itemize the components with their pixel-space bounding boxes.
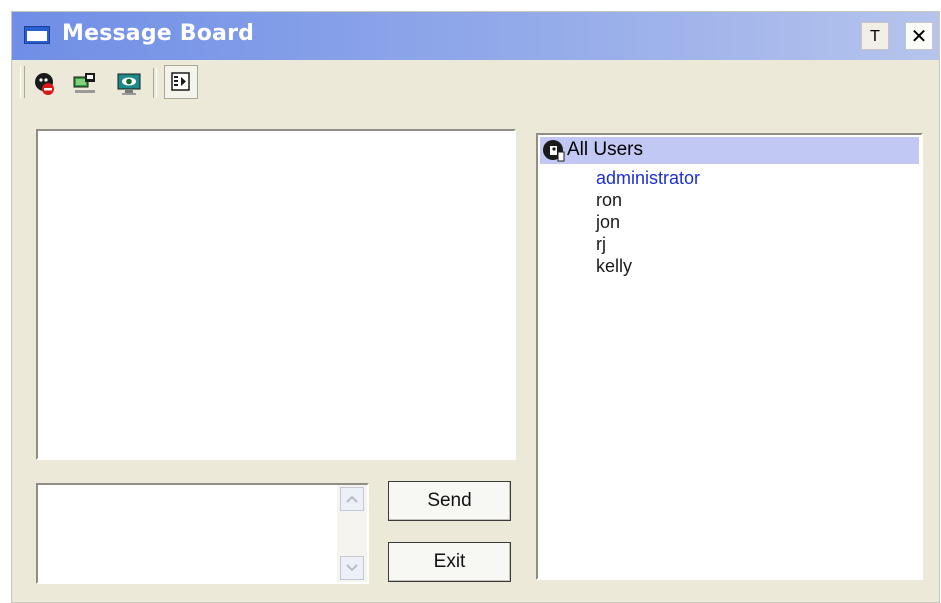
user-item-administrator[interactable]: administrator	[596, 167, 700, 189]
message-board-window: Message Board T ✕ Send Exit All Users ad…	[11, 11, 940, 603]
exit-panel-button[interactable]	[164, 65, 198, 99]
tree-root-label: All Users	[567, 139, 644, 160]
monitor-view-icon[interactable]	[116, 71, 142, 97]
window-icon	[24, 26, 50, 44]
title-bar[interactable]: Message Board T ✕	[12, 12, 939, 60]
user-group-icon	[543, 140, 565, 162]
toolbar	[12, 60, 939, 110]
close-button[interactable]: ✕	[905, 22, 933, 50]
window-title: Message Board	[62, 21, 255, 46]
toolbar-separator	[153, 68, 157, 98]
user-list: administrator ron jon rj kelly	[596, 167, 700, 277]
message-input-scrollbar[interactable]	[337, 485, 367, 582]
user-item-jon[interactable]: jon	[596, 211, 700, 233]
chevron-down-icon	[346, 564, 358, 572]
broadcast-icon[interactable]	[72, 71, 98, 97]
scroll-down-button[interactable]	[340, 556, 364, 580]
exit-button[interactable]: Exit	[388, 542, 511, 582]
do-not-disturb-icon[interactable]	[32, 71, 58, 97]
chevron-up-icon	[346, 495, 358, 503]
users-tree: All Users administrator ron jon rj kelly	[536, 133, 923, 580]
message-input[interactable]	[36, 483, 369, 584]
scroll-up-button[interactable]	[340, 487, 364, 511]
toolbar-grip[interactable]	[20, 66, 25, 98]
user-item-kelly[interactable]: kelly	[596, 255, 700, 277]
tree-root-all-users[interactable]: All Users	[540, 137, 919, 164]
user-item-rj[interactable]: rj	[596, 233, 700, 255]
send-button[interactable]: Send	[388, 481, 511, 521]
message-history-area[interactable]	[36, 129, 516, 460]
pin-button[interactable]: T	[861, 22, 889, 50]
exit-panel-icon	[171, 72, 190, 91]
user-item-ron[interactable]: ron	[596, 189, 700, 211]
